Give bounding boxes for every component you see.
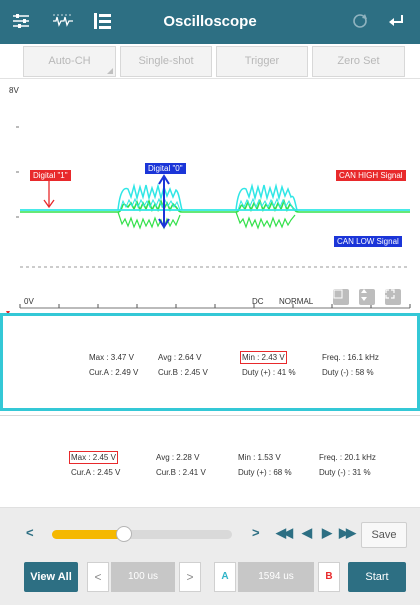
waveform-icon[interactable]	[48, 6, 78, 36]
ch-a-cur-a: Cur.A : 2.49 V	[89, 368, 139, 377]
layout-icon[interactable]	[88, 6, 118, 36]
zero-set-label: Zero Set	[337, 55, 380, 67]
page-title: Oscilloscope	[163, 13, 257, 30]
ch-b-duty-pos: Duty (+) : 68 %	[238, 468, 292, 477]
fast-forward-icon[interactable]: ▶▶	[339, 525, 356, 541]
position-slider[interactable]	[52, 530, 232, 539]
auto-ch-label: Auto-CH	[48, 55, 91, 67]
coupling-indicator: DC	[252, 297, 264, 306]
single-shot-label: Single-shot	[138, 55, 194, 67]
start-button[interactable]: Start	[348, 562, 406, 592]
digital-1-label: Digital "1"	[30, 170, 71, 181]
timebase-value: 100 us	[111, 562, 175, 592]
ch-b-duty-neg: Duty (-) : 31 %	[319, 468, 371, 477]
ch-b-avg: Avg : 2.28 V	[156, 453, 200, 462]
ch-a-freq: Freq. : 16.1 kHz	[322, 353, 379, 362]
ch-a-duty-neg: Duty (-) : 58 %	[322, 368, 374, 377]
ch-b-cur-a: Cur.A : 2.45 V	[71, 468, 121, 477]
cursor-b-button[interactable]: B	[318, 562, 340, 592]
refresh-icon[interactable]	[345, 6, 375, 36]
single-shot-button[interactable]: Single-shot	[120, 46, 212, 77]
view-all-button[interactable]: View All	[24, 562, 78, 592]
slider-prev-icon[interactable]: <	[26, 525, 34, 540]
ch-b-cur-b: Cur.B : 2.41 V	[156, 468, 206, 477]
step-back-icon[interactable]: ◀	[302, 525, 312, 541]
cursor-value: 1594 us	[238, 562, 314, 592]
auto-ch-button[interactable]: Auto-CH	[23, 46, 116, 77]
slider-fill	[52, 530, 124, 539]
slider-next-icon[interactable]: >	[252, 525, 260, 540]
can-high-label: CAN HIGH Signal	[336, 170, 406, 181]
trigger-button[interactable]: Trigger	[216, 46, 308, 77]
playback-controls: < > ◀◀ ◀ ▶ Save ▶▶	[0, 507, 420, 553]
zero-set-button[interactable]: Zero Set	[312, 46, 405, 77]
bottom-toolbar: View All < 100 us > A 1594 us B Start	[0, 553, 420, 605]
top-axis-label: 8V	[9, 86, 19, 95]
step-forward-icon[interactable]: ▶	[322, 525, 332, 541]
timebase-decrease-button[interactable]: <	[87, 562, 109, 592]
digital-1-arrow	[43, 179, 55, 209]
dropdown-corner-icon	[107, 68, 113, 74]
ch-a-avg: Avg : 2.64 V	[158, 353, 202, 362]
channel-b-measurements[interactable]: Max : 2.45 V Avg : 2.28 V Min : 1.53 V F…	[0, 415, 420, 507]
grid-icon[interactable]	[333, 289, 349, 305]
timebase-increase-button[interactable]: >	[179, 562, 201, 592]
waveform-canvas	[6, 126, 411, 313]
x-axis-ticks	[19, 304, 411, 309]
cursor-a-button[interactable]: A	[214, 562, 236, 592]
sliders-icon[interactable]	[6, 6, 36, 36]
mode-toolbar: Auto-CH Single-shot Trigger Zero Set	[0, 44, 420, 78]
ch-a-max: Max : 3.47 V	[89, 353, 134, 362]
ch-b-freq: Freq. : 20.1 kHz	[319, 453, 376, 462]
ch-b-min: Min : 1.53 V	[238, 453, 281, 462]
app-header: Oscilloscope	[0, 0, 420, 44]
channel-b-trace	[20, 198, 410, 230]
vertical-scale-icon[interactable]	[359, 289, 375, 305]
bottom-axis-label: 0V	[24, 297, 34, 306]
fullscreen-icon[interactable]	[385, 289, 401, 305]
trigger-mode-indicator: NORMAL	[279, 297, 314, 306]
fast-rewind-icon[interactable]: ◀◀	[276, 525, 293, 541]
ch-b-max: Max : 2.45 V	[69, 451, 118, 464]
channel-a-trace	[20, 183, 410, 211]
ch-a-duty-pos: Duty (+) : 41 %	[242, 368, 296, 377]
back-icon[interactable]	[381, 6, 411, 36]
digital-0-label: Digital "0"	[145, 163, 186, 174]
scope-display[interactable]: 8V 0V Digital "1" Digital "0" CAN HIGH S…	[0, 78, 420, 313]
slider-thumb[interactable]	[116, 526, 132, 542]
channel-a-measurements[interactable]: Max : 3.47 V Avg : 2.64 V Min : 2.43 V F…	[0, 313, 420, 411]
can-low-label: CAN LOW Signal	[334, 236, 402, 247]
save-button[interactable]: Save	[361, 522, 407, 548]
trigger-label: Trigger	[244, 55, 280, 67]
ch-a-cur-b: Cur.B : 2.45 V	[158, 368, 208, 377]
ch-a-min: Min : 2.43 V	[240, 351, 287, 364]
